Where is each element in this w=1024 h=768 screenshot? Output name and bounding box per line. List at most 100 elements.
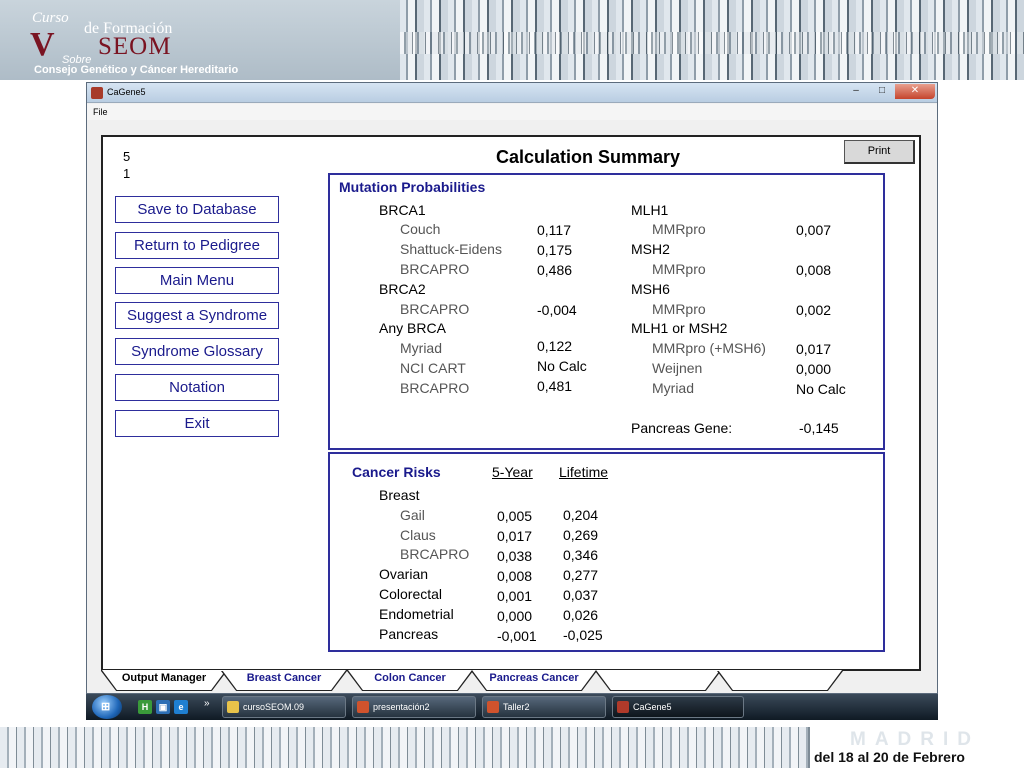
tab-empty-2[interactable] (718, 670, 842, 690)
risk-row-lifetime: 0,269 (563, 527, 599, 543)
start-button[interactable]: ⊞ (92, 695, 122, 719)
lifetime-header: Lifetime (559, 464, 609, 480)
taskbar-item-label: CaGene5 (633, 702, 672, 712)
quicklaunch-h-icon[interactable]: H (138, 700, 152, 714)
mutation-probabilities-box: Mutation Probabilities BRCA1 Couch 0,117… (328, 173, 885, 450)
minimize-button[interactable]: – (843, 84, 869, 99)
cagene-app-icon (617, 701, 629, 713)
show-desktop-icon[interactable]: ▣ (156, 700, 170, 714)
nci-cart-label: NCI CART (400, 360, 466, 376)
brcapro3-value: 0,481 (537, 378, 573, 394)
powerpoint-icon (357, 701, 369, 713)
mmrpro4-label: MMRpro (+MSH6) (652, 340, 766, 356)
couch-label: Couch (400, 221, 441, 237)
footer-city: MADRID (850, 729, 980, 750)
cancer-risks-box: Cancer Risks 5-Year Lifetime Breast Gail… (328, 452, 885, 652)
taskbar-item[interactable]: presentación2 (352, 696, 476, 718)
mmrpro2-value: 0,008 (796, 262, 832, 278)
exit-button[interactable]: Exit (115, 410, 279, 437)
myriad2-value: No Calc (796, 381, 846, 397)
main-menu-button[interactable]: Main Menu (115, 267, 279, 294)
close-button[interactable]: ✕ (895, 84, 935, 99)
pancreas-gene-value: -0,145 (799, 420, 839, 436)
brcapro1-label: BRCAPRO (400, 261, 470, 277)
risk-row-lifetime: -0,025 (563, 627, 603, 643)
folder-icon (227, 701, 239, 713)
syndrome-glossary-button[interactable]: Syndrome Glossary (115, 338, 279, 365)
risk-row-label: BRCAPRO (400, 546, 470, 562)
tab-output-manager[interactable]: Output Manager (102, 670, 226, 690)
return-to-pedigree-button[interactable]: Return to Pedigree (115, 232, 279, 259)
maximize-button[interactable]: □ (869, 84, 895, 99)
risk-row-five-year: 0,001 (497, 588, 533, 604)
risk-row-label: Ovarian (379, 566, 429, 582)
brcapro2-value: -0,004 (537, 302, 577, 318)
slide-header: Curso de Formación V Sobre SEOM Consejo … (0, 0, 1024, 80)
risk-row-lifetime: 0,346 (563, 547, 599, 563)
internet-explorer-icon[interactable]: e (174, 700, 188, 714)
risk-row-five-year: 0,005 (497, 508, 533, 524)
tab-breast-cancer[interactable]: Breast Cancer (222, 670, 346, 690)
risk-row-lifetime: 0,037 (563, 587, 599, 603)
myriad1-label: Myriad (400, 340, 443, 356)
slide-footer: MADRID del 18 al 20 de Febrero (0, 727, 1024, 768)
taskbar-item[interactable]: CaGene5 (612, 696, 744, 718)
msh6-label: MSH6 (631, 281, 670, 297)
chevron-right-icon[interactable]: » (204, 698, 210, 709)
logo-consejo: Consejo Genético y Cáncer Hereditario (34, 64, 239, 76)
seom-logo-panel: Curso de Formación V Sobre SEOM Consejo … (0, 0, 400, 80)
calculation-summary-title: Calculation Summary (496, 147, 681, 167)
mmrpro4-value: 0,017 (796, 341, 832, 357)
logo-v-icon: V (30, 26, 55, 63)
tab-empty-1[interactable] (596, 670, 720, 690)
couch-value: 0,117 (537, 222, 571, 238)
window-title: CaGene5 (107, 87, 146, 97)
app-icon (91, 87, 103, 99)
taskbar-item[interactable]: cursoSEOM.09 (222, 696, 346, 718)
counter-line1: 5 (123, 149, 131, 164)
powerpoint-icon (487, 701, 499, 713)
brcapro1-value: 0,486 (537, 262, 573, 278)
msh2-label: MSH2 (631, 241, 670, 257)
breast-label: Breast (379, 487, 420, 503)
weijnen-value: 0,000 (796, 361, 832, 377)
mmrpro3-value: 0,002 (796, 302, 832, 318)
mlh1-label: MLH1 (631, 202, 669, 218)
taskbar-item[interactable]: Taller2 (482, 696, 606, 718)
risk-row-five-year: 0,000 (497, 608, 533, 624)
suggest-syndrome-button[interactable]: Suggest a Syndrome (115, 302, 279, 329)
output-panel: 5 1 Save to Database Return to Pedigree … (101, 135, 921, 671)
save-to-database-button[interactable]: Save to Database (115, 196, 279, 223)
myriad2-label: Myriad (652, 380, 695, 396)
footer-dates: del 18 al 20 de Febrero (814, 749, 965, 765)
tab-pancreas-cancer[interactable]: Pancreas Cancer (472, 670, 596, 690)
risk-row-five-year: 0,008 (497, 568, 533, 584)
tab-colon-cancer[interactable]: Colon Cancer (348, 670, 472, 690)
mmrpro2-label: MMRpro (652, 261, 706, 277)
mutation-title: Mutation Probabilities (339, 179, 486, 195)
output-tabs: Output Manager Breast Cancer Colon Cance… (101, 670, 921, 693)
cancer-risks-title: Cancer Risks (352, 464, 441, 480)
risk-row-lifetime: 0,277 (563, 567, 599, 583)
footer-stripes (0, 727, 808, 768)
notation-button[interactable]: Notation (115, 374, 279, 401)
print-button[interactable]: Print (844, 140, 915, 164)
window-titlebar[interactable]: CaGene5 – □ ✕ (87, 83, 937, 103)
logo-curso: Curso (32, 10, 69, 26)
menu-file[interactable]: File (93, 107, 108, 117)
risk-row-five-year: -0,001 (497, 628, 537, 644)
menubar: File (87, 104, 937, 120)
myriad1-value: 0,122 (537, 338, 573, 354)
five-year-header: 5-Year (492, 464, 533, 480)
brca2-label: BRCA2 (379, 281, 426, 297)
nci-cart-value: No Calc (537, 358, 587, 374)
risk-row-five-year: 0,017 (497, 528, 533, 544)
windows-logo-icon: ⊞ (101, 701, 111, 713)
risk-row-lifetime: 0,204 (563, 507, 599, 523)
logo-seom: SEOM (98, 33, 172, 60)
risk-row-label: Claus (400, 527, 436, 543)
mmrpro1-value: 0,007 (796, 222, 832, 238)
mmrpro3-label: MMRpro (652, 301, 706, 317)
windows-taskbar: ⊞ H ▣ e » cursoSEOM.09 presentación2 Tal… (86, 694, 938, 720)
pancreas-gene-label: Pancreas Gene: (631, 420, 733, 436)
